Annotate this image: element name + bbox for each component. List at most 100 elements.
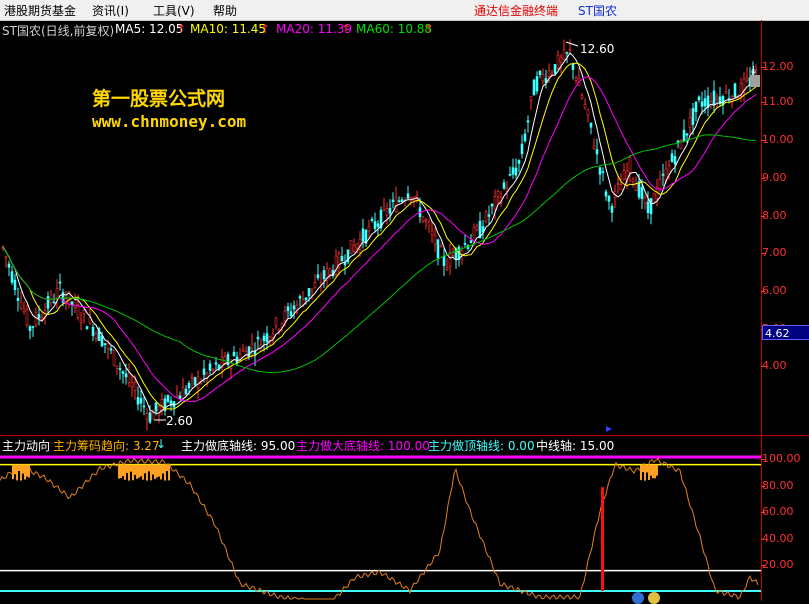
bottom-signal-bar <box>24 464 26 480</box>
chart-title: ST国农(日线,前复权) <box>2 24 115 38</box>
candle-body <box>547 70 551 77</box>
bottom-signal-bar <box>644 464 646 481</box>
candle-body <box>316 274 320 279</box>
ma5-arrow: ↑ <box>176 22 187 36</box>
candle-body <box>298 296 302 299</box>
candle-body <box>532 79 536 96</box>
candle-body <box>673 156 677 165</box>
candle-body <box>13 279 17 291</box>
menu-item-tools[interactable]: 工具(V) <box>153 2 195 19</box>
candle-body <box>451 255 455 257</box>
candle-body <box>682 129 686 142</box>
candle-body <box>583 103 587 108</box>
candle-body <box>310 288 314 291</box>
candle-body <box>535 76 539 92</box>
bottom-signal-bar <box>144 464 146 474</box>
bottom-signal-bar <box>148 464 150 472</box>
candle-body <box>238 353 242 360</box>
indicator-chart[interactable] <box>0 452 761 601</box>
candle-body <box>52 301 56 304</box>
menu-item-hk-futures[interactable]: 港股期货基金 <box>4 2 76 19</box>
ma20-arrow: ↑ <box>341 22 352 36</box>
bottom-signal-bar <box>140 464 142 477</box>
candle-body <box>157 405 161 416</box>
candle-body <box>190 376 194 379</box>
candle-body <box>553 64 557 74</box>
menu-item-news[interactable]: 资讯(I) <box>92 2 129 19</box>
candle-body <box>628 157 632 173</box>
candle-body <box>427 222 431 226</box>
candle-body <box>313 282 317 289</box>
candle-body <box>373 221 377 229</box>
candle-body <box>202 368 206 375</box>
candle-body <box>292 305 296 310</box>
candle-body <box>409 196 413 200</box>
candle-body <box>4 256 8 259</box>
candle-body <box>436 239 440 259</box>
bottom-signal-bar <box>648 464 650 480</box>
bottom-signal-bar <box>14 464 16 475</box>
candle-body <box>493 196 497 210</box>
menu-item-help[interactable]: 帮助 <box>213 2 237 19</box>
candle-body <box>382 206 386 210</box>
candle-body <box>85 326 89 330</box>
indicator-trend: 主力筹码趋向: 3.27 <box>53 439 160 453</box>
candle-body <box>262 335 266 342</box>
candle-body <box>511 167 515 175</box>
candle-body <box>571 63 575 70</box>
candle-body <box>394 197 398 213</box>
candle-body <box>193 377 197 386</box>
candle-body <box>565 52 569 54</box>
candle-body <box>187 382 191 389</box>
candle-body <box>130 382 134 387</box>
candle-body <box>643 197 647 204</box>
candle-body <box>685 133 689 136</box>
scroll-marker[interactable] <box>750 75 760 87</box>
candle-body <box>103 343 107 345</box>
top-line-label: 主力做顶轴线: 0.00 <box>428 439 535 453</box>
candle-body <box>19 301 23 309</box>
candle-body <box>367 225 371 232</box>
candle-body <box>139 397 143 404</box>
candle-body <box>34 312 38 326</box>
candle-body <box>370 218 374 221</box>
bottom-signal-bar <box>656 464 658 476</box>
candle-body <box>241 349 245 352</box>
bottom-signal-bar <box>154 464 156 479</box>
candle-body <box>745 77 749 81</box>
bottom-signal-bar <box>158 464 160 477</box>
candle-body <box>265 333 269 343</box>
candle-body <box>484 211 488 222</box>
candle-body <box>184 388 188 395</box>
candle-body <box>589 122 593 128</box>
candle-body <box>214 362 218 365</box>
candle-body <box>82 309 86 315</box>
candle-body <box>430 230 434 235</box>
candle-body <box>526 120 530 123</box>
bottom-signal-bar <box>142 464 144 480</box>
candle-body <box>7 263 11 268</box>
candle-body <box>133 381 137 391</box>
indicator-name: 主力动向 <box>2 439 51 453</box>
low-price-label: 2.60 <box>166 414 193 428</box>
bottom-signal-bar <box>168 464 170 481</box>
bottom-signal-bar <box>164 464 166 481</box>
candle-body <box>514 167 518 176</box>
ma60-label: MA60: 10.88 <box>356 22 433 36</box>
candle-body <box>343 262 347 266</box>
candle-body <box>271 333 275 338</box>
bottom-signal-bar <box>20 464 22 481</box>
bottom-signal-bar <box>162 464 164 474</box>
bottom-signal-bar <box>18 464 20 471</box>
candle-body <box>688 117 692 128</box>
candle-body <box>55 288 59 299</box>
watermark-url: www.chnmoney.com <box>92 112 247 131</box>
bottom-signal-bar <box>128 464 130 481</box>
candle-body <box>46 296 50 309</box>
candle-body <box>73 299 77 308</box>
candle-body <box>175 394 179 398</box>
bottom-signal-bar <box>126 464 128 473</box>
sub-ytick-40: 40.00 <box>761 532 794 545</box>
candle-body <box>595 149 599 155</box>
bottom-signal-bar <box>160 464 162 480</box>
